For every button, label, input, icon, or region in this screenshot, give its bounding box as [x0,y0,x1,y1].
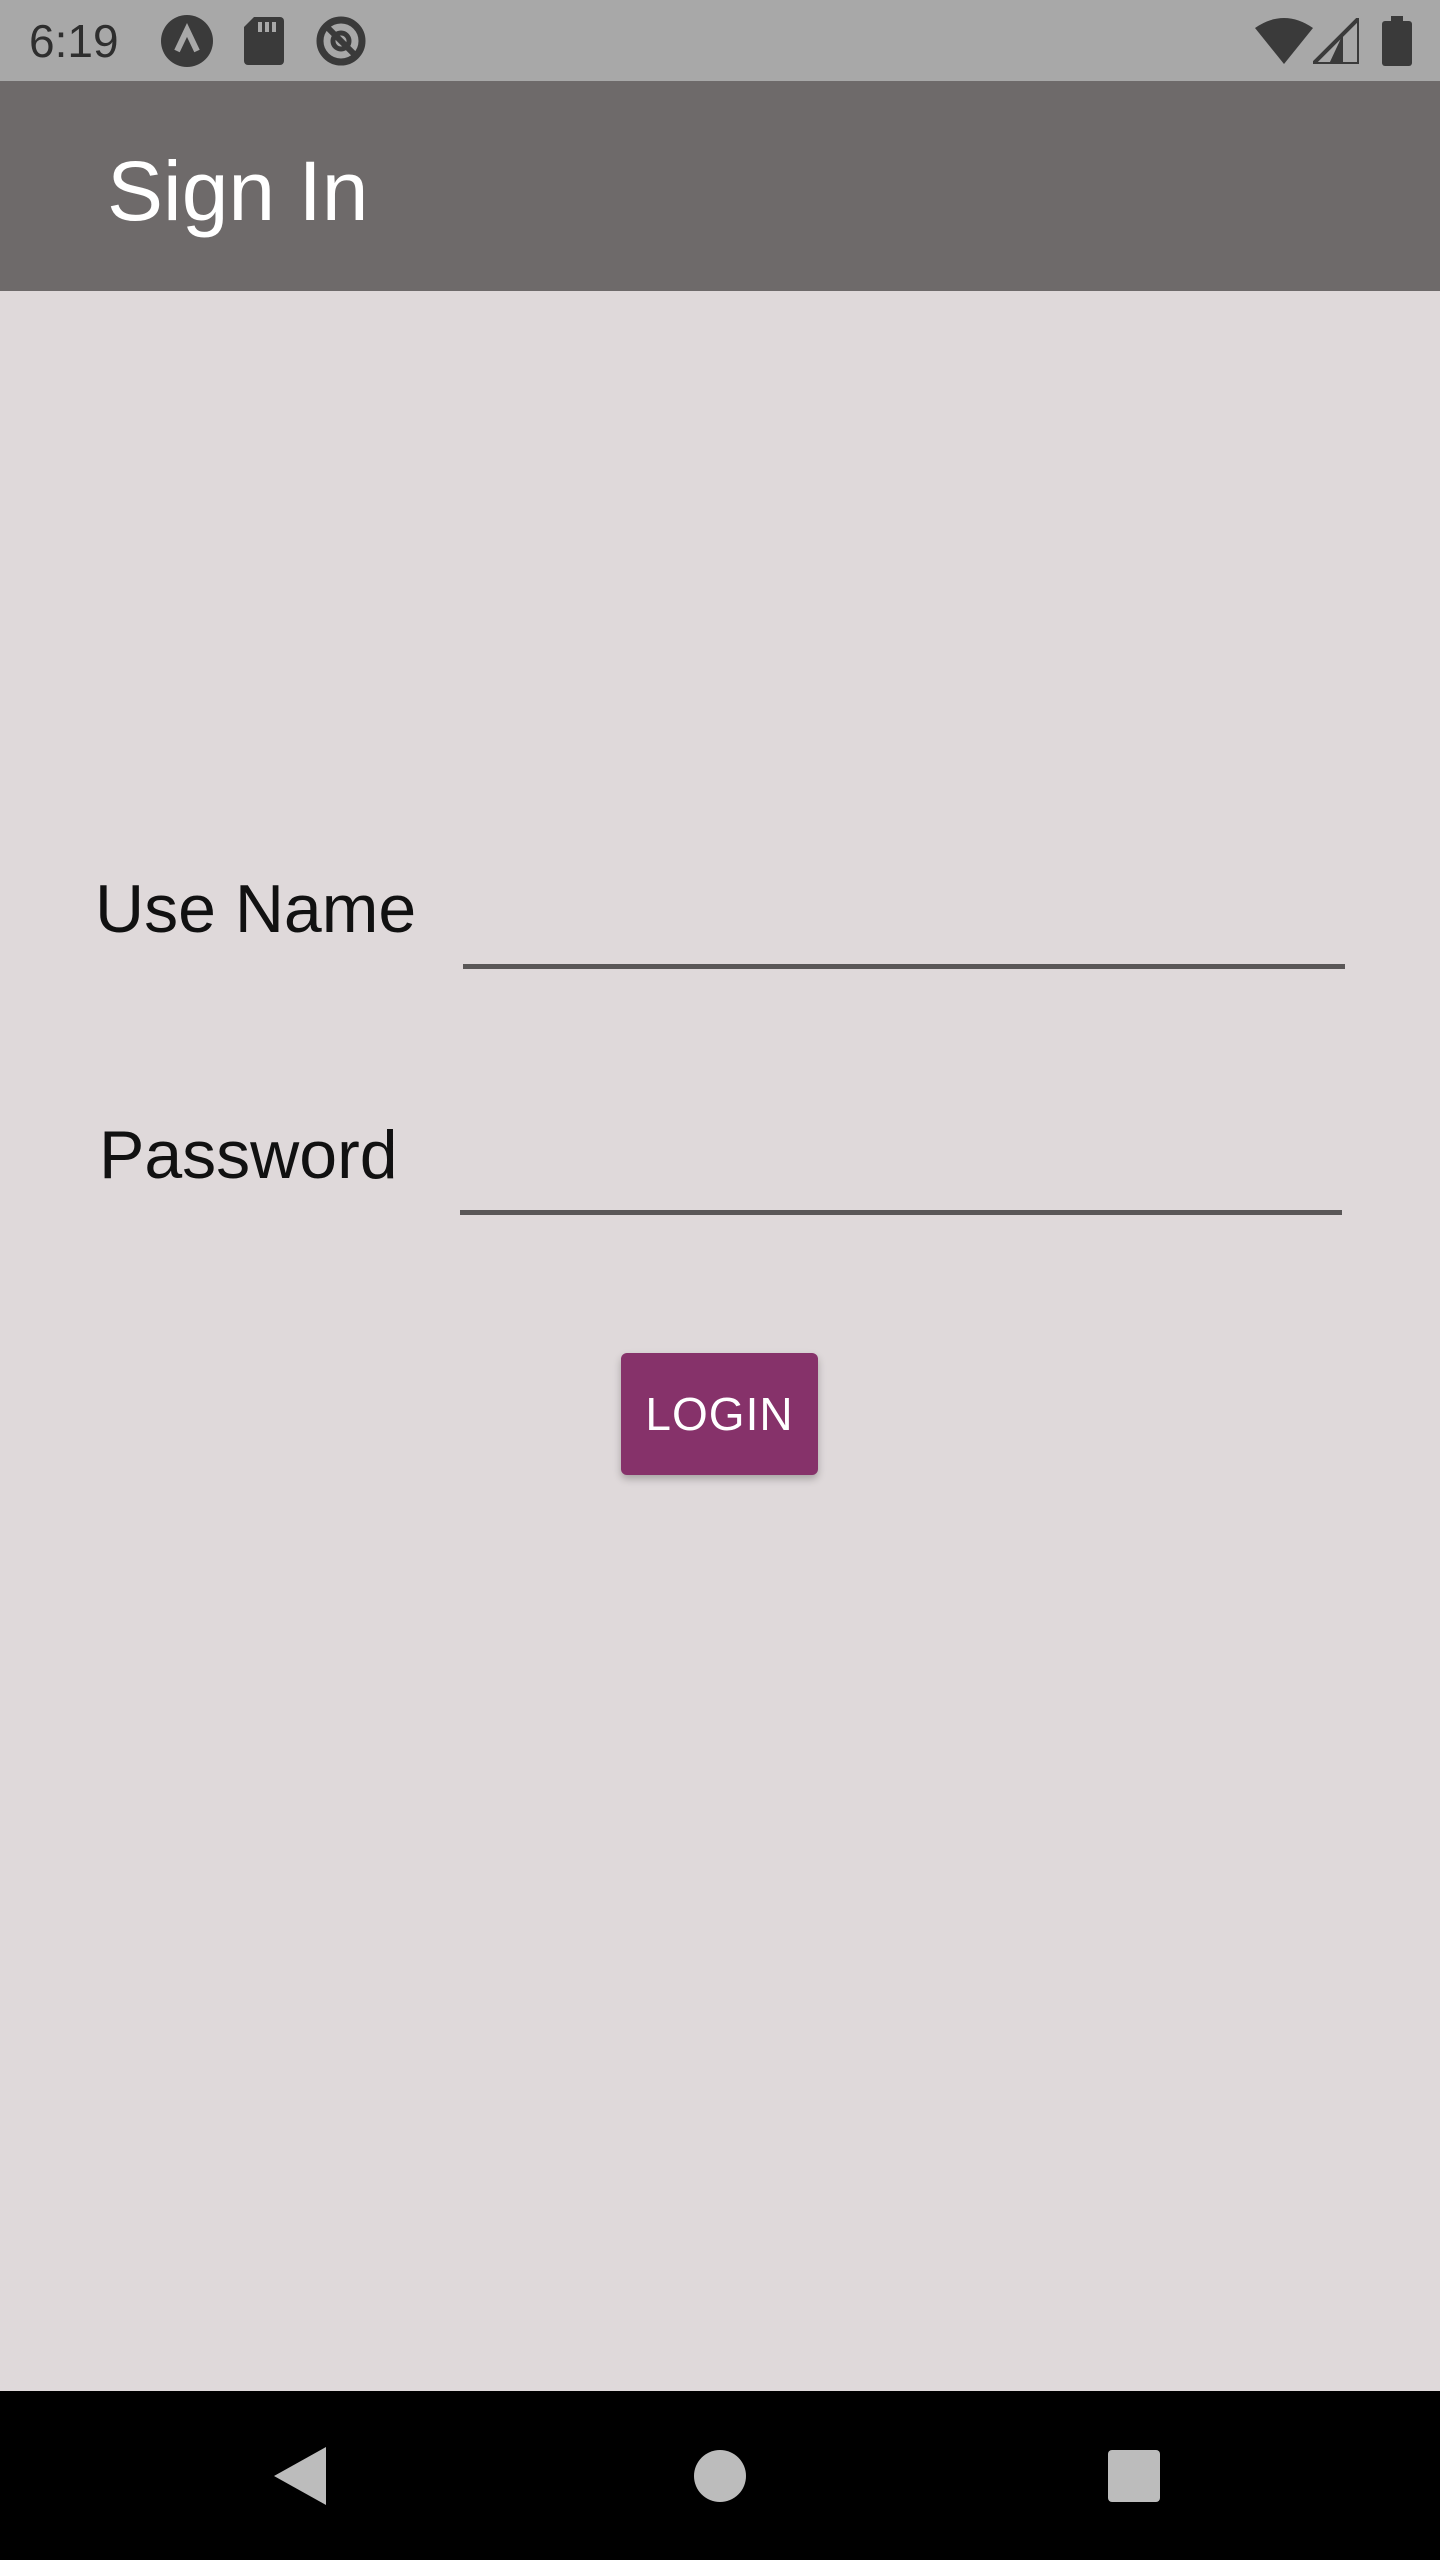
home-icon [694,2449,746,2502]
password-input[interactable] [460,1107,1342,1215]
recents-icon [1108,2449,1160,2502]
battery-icon [1382,16,1412,71]
status-bar: 6:19 [0,0,1440,81]
login-button[interactable]: LOGIN [621,1353,818,1475]
status-time: 6:19 [29,15,119,67]
back-button[interactable] [200,2391,400,2560]
password-label: Password [99,1117,398,1193]
navigation-bar [0,2391,1440,2560]
username-label: Use Name [95,871,417,947]
cellular-signal-icon [1308,13,1361,69]
sign-in-form: Use Name Password [0,291,1440,2391]
sd-card-icon [244,17,284,70]
page-title: Sign In [107,144,369,238]
back-icon [274,2446,326,2505]
app-logo-icon [160,14,214,73]
wifi-icon [1255,18,1313,69]
no-sync-icon [314,14,368,73]
username-input[interactable] [463,861,1345,969]
home-button[interactable] [620,2391,820,2560]
recents-button[interactable] [1034,2391,1234,2560]
app-bar: Sign In [0,81,1440,291]
